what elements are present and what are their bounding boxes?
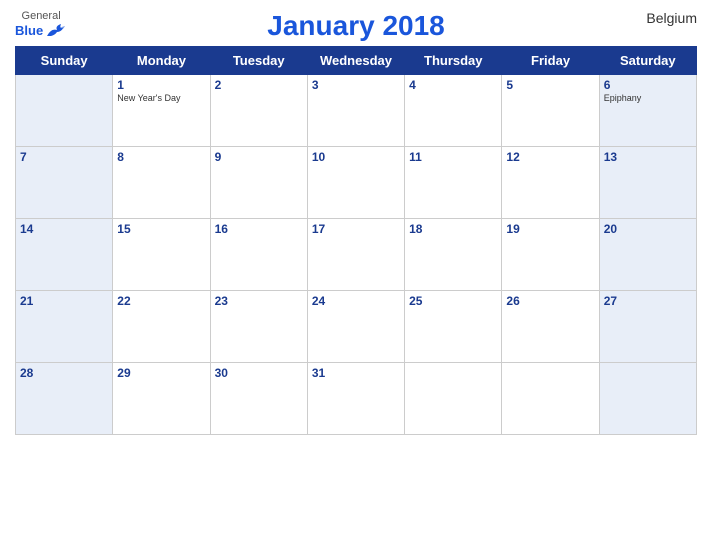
day-cell-3-1: 14: [16, 219, 113, 291]
day-number: 17: [312, 222, 400, 236]
day-number: 26: [506, 294, 594, 308]
day-number: 15: [117, 222, 205, 236]
holiday-label: Epiphany: [604, 93, 692, 103]
day-number: 19: [506, 222, 594, 236]
day-cell-2-3: 9: [210, 147, 307, 219]
day-cell-3-6: 19: [502, 219, 599, 291]
day-number: 11: [409, 150, 497, 164]
day-number: 3: [312, 78, 400, 92]
day-cell-3-5: 18: [405, 219, 502, 291]
day-cell-3-3: 16: [210, 219, 307, 291]
day-cell-1-4: 3: [307, 75, 404, 147]
day-cell-1-3: 2: [210, 75, 307, 147]
day-cell-5-3: 30: [210, 363, 307, 435]
country-label: Belgium: [646, 10, 697, 26]
day-cell-3-2: 15: [113, 219, 210, 291]
day-number: 24: [312, 294, 400, 308]
col-header-saturday: Saturday: [599, 47, 696, 75]
logo-area: General Blue: [15, 10, 67, 38]
day-number: 9: [215, 150, 303, 164]
logo-blue-text: Blue: [15, 23, 43, 38]
col-header-sunday: Sunday: [16, 47, 113, 75]
day-number: 28: [20, 366, 108, 380]
col-header-thursday: Thursday: [405, 47, 502, 75]
day-cell-1-7: 6Epiphany: [599, 75, 696, 147]
day-cell-5-5: [405, 363, 502, 435]
day-cell-2-2: 8: [113, 147, 210, 219]
day-number: 8: [117, 150, 205, 164]
header-row: SundayMondayTuesdayWednesdayThursdayFrid…: [16, 47, 697, 75]
col-header-monday: Monday: [113, 47, 210, 75]
col-header-wednesday: Wednesday: [307, 47, 404, 75]
week-row-3: 14 15 16 17 18 19 20: [16, 219, 697, 291]
day-cell-1-6: 5: [502, 75, 599, 147]
holiday-label: New Year's Day: [117, 93, 205, 103]
day-cell-2-5: 11: [405, 147, 502, 219]
day-cell-4-1: 21: [16, 291, 113, 363]
day-number: 21: [20, 294, 108, 308]
day-number: 31: [312, 366, 400, 380]
day-number: 30: [215, 366, 303, 380]
day-cell-5-2: 29: [113, 363, 210, 435]
col-header-friday: Friday: [502, 47, 599, 75]
col-header-tuesday: Tuesday: [210, 47, 307, 75]
day-cell-4-2: 22: [113, 291, 210, 363]
day-number: 29: [117, 366, 205, 380]
calendar-wrapper: General Blue January 2018 Belgium Sunday…: [0, 0, 712, 550]
day-cell-3-4: 17: [307, 219, 404, 291]
calendar-table: SundayMondayTuesdayWednesdayThursdayFrid…: [15, 46, 697, 435]
day-cell-4-7: 27: [599, 291, 696, 363]
day-cell-1-5: 4: [405, 75, 502, 147]
day-cell-4-4: 24: [307, 291, 404, 363]
day-cell-5-7: [599, 363, 696, 435]
day-cell-1-2: 1New Year's Day: [113, 75, 210, 147]
logo-general-text: General: [22, 10, 61, 22]
day-number: 12: [506, 150, 594, 164]
logo-bird-icon: [45, 22, 67, 38]
day-number: 23: [215, 294, 303, 308]
calendar-title: January 2018: [267, 10, 444, 42]
day-cell-4-5: 25: [405, 291, 502, 363]
day-number: 13: [604, 150, 692, 164]
week-row-5: 28 29 30 31: [16, 363, 697, 435]
day-number: 20: [604, 222, 692, 236]
day-number: 27: [604, 294, 692, 308]
day-cell-2-6: 12: [502, 147, 599, 219]
day-cell-5-4: 31: [307, 363, 404, 435]
day-cell-1-1: [16, 75, 113, 147]
day-cell-5-6: [502, 363, 599, 435]
day-cell-4-3: 23: [210, 291, 307, 363]
day-cell-4-6: 26: [502, 291, 599, 363]
day-number: 5: [506, 78, 594, 92]
day-number: 16: [215, 222, 303, 236]
day-cell-2-1: 7: [16, 147, 113, 219]
day-number: 14: [20, 222, 108, 236]
day-number: 25: [409, 294, 497, 308]
day-number: 18: [409, 222, 497, 236]
day-number: 4: [409, 78, 497, 92]
day-cell-5-1: 28: [16, 363, 113, 435]
calendar-header: General Blue January 2018 Belgium: [15, 10, 697, 42]
day-number: 7: [20, 150, 108, 164]
day-number: 1: [117, 78, 205, 92]
day-cell-2-4: 10: [307, 147, 404, 219]
week-row-4: 21 22 23 24 25 26 27: [16, 291, 697, 363]
week-row-1: 1New Year's Day23456Epiphany: [16, 75, 697, 147]
day-cell-3-7: 20: [599, 219, 696, 291]
day-number: 22: [117, 294, 205, 308]
day-cell-2-7: 13: [599, 147, 696, 219]
day-number: 10: [312, 150, 400, 164]
day-number: 2: [215, 78, 303, 92]
day-number: 6: [604, 78, 692, 92]
week-row-2: 789 10 11 12 13: [16, 147, 697, 219]
